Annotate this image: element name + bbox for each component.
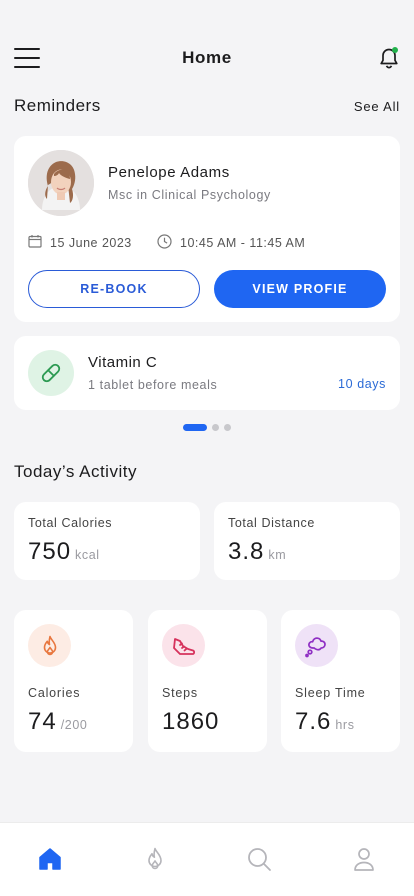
total-distance-unit: km [268, 548, 287, 562]
medication-card[interactable]: Vitamin C 1 tablet before meals 10 days [14, 336, 400, 410]
calories-card[interactable]: Calories 74/200 [14, 610, 133, 752]
calories-unit: /200 [60, 718, 88, 732]
see-all-link[interactable]: See All [354, 99, 400, 114]
medication-instruction: 1 tablet before meals [88, 378, 218, 392]
reminders-header: Reminders See All [14, 96, 400, 116]
notification-bell-icon[interactable] [378, 46, 400, 70]
flame-icon [28, 624, 71, 667]
top-bar: Home [14, 40, 400, 76]
view-profile-button[interactable]: VIEW PROFIE [214, 270, 386, 308]
calories-label: Calories [28, 686, 81, 700]
rebook-button[interactable]: RE-BOOK [28, 270, 200, 308]
pager-dot-active[interactable] [183, 424, 207, 431]
calendar-icon [28, 234, 42, 251]
bottom-tab-bar [0, 822, 414, 896]
appointment-card[interactable]: Penelope Adams Msc in Clinical Psycholog… [14, 136, 400, 322]
total-calories-label: Total Calories [28, 516, 113, 530]
total-distance-label: Total Distance [228, 516, 315, 530]
search-icon[interactable] [245, 845, 273, 873]
activity-header: Today’s Activity [14, 462, 400, 482]
carousel-pager [0, 424, 414, 431]
appointment-time: 10:45 AM - 11:45 AM [157, 234, 305, 252]
steps-label: Steps [162, 686, 198, 700]
steps-card[interactable]: Steps 1860 [148, 610, 267, 752]
calories-number: 74 [28, 708, 57, 735]
avatar [28, 150, 94, 216]
sleep-unit: hrs [335, 718, 355, 732]
sleep-label: Sleep Time [295, 686, 366, 700]
steps-value: 1860 [162, 708, 220, 735]
pager-dot[interactable] [224, 424, 231, 431]
doctor-name: Penelope Adams [108, 164, 230, 181]
flame-icon[interactable] [141, 845, 169, 873]
appointment-date: 15 June 2023 [28, 234, 132, 251]
total-calories-value: 750 kcal [28, 538, 100, 566]
total-calories-card[interactable]: Total Calories 750 kcal [14, 502, 200, 580]
sleep-card[interactable]: Sleep Time 7.6 hrs [281, 610, 400, 752]
pager-dot[interactable] [212, 424, 219, 431]
doctor-role: Msc in Clinical Psychology [108, 188, 271, 202]
pill-icon [28, 350, 74, 396]
total-calories-unit: kcal [75, 548, 100, 562]
total-distance-value: 3.8 km [228, 538, 286, 566]
total-distance-card[interactable]: Total Distance 3.8 km [214, 502, 400, 580]
notification-dot [392, 47, 398, 53]
appointment-time-text: 10:45 AM - 11:45 AM [180, 236, 306, 250]
clock-icon [157, 234, 172, 252]
sleep-number: 7.6 [295, 708, 332, 735]
home-icon[interactable] [36, 845, 64, 873]
total-distance-number: 3.8 [228, 538, 265, 565]
total-calories-number: 750 [28, 538, 72, 565]
page-title: Home [182, 48, 232, 67]
thought-cloud-icon [295, 624, 338, 667]
sleep-value: 7.6 hrs [295, 708, 355, 736]
activity-title: Today’s Activity [14, 462, 137, 481]
reminders-title: Reminders [14, 96, 101, 115]
medication-name: Vitamin C [88, 354, 158, 371]
appointment-date-text: 15 June 2023 [50, 235, 132, 250]
sneaker-icon [162, 624, 205, 667]
medication-duration: 10 days [338, 377, 386, 391]
user-icon[interactable] [350, 845, 378, 873]
calories-value: 74/200 [28, 708, 87, 736]
